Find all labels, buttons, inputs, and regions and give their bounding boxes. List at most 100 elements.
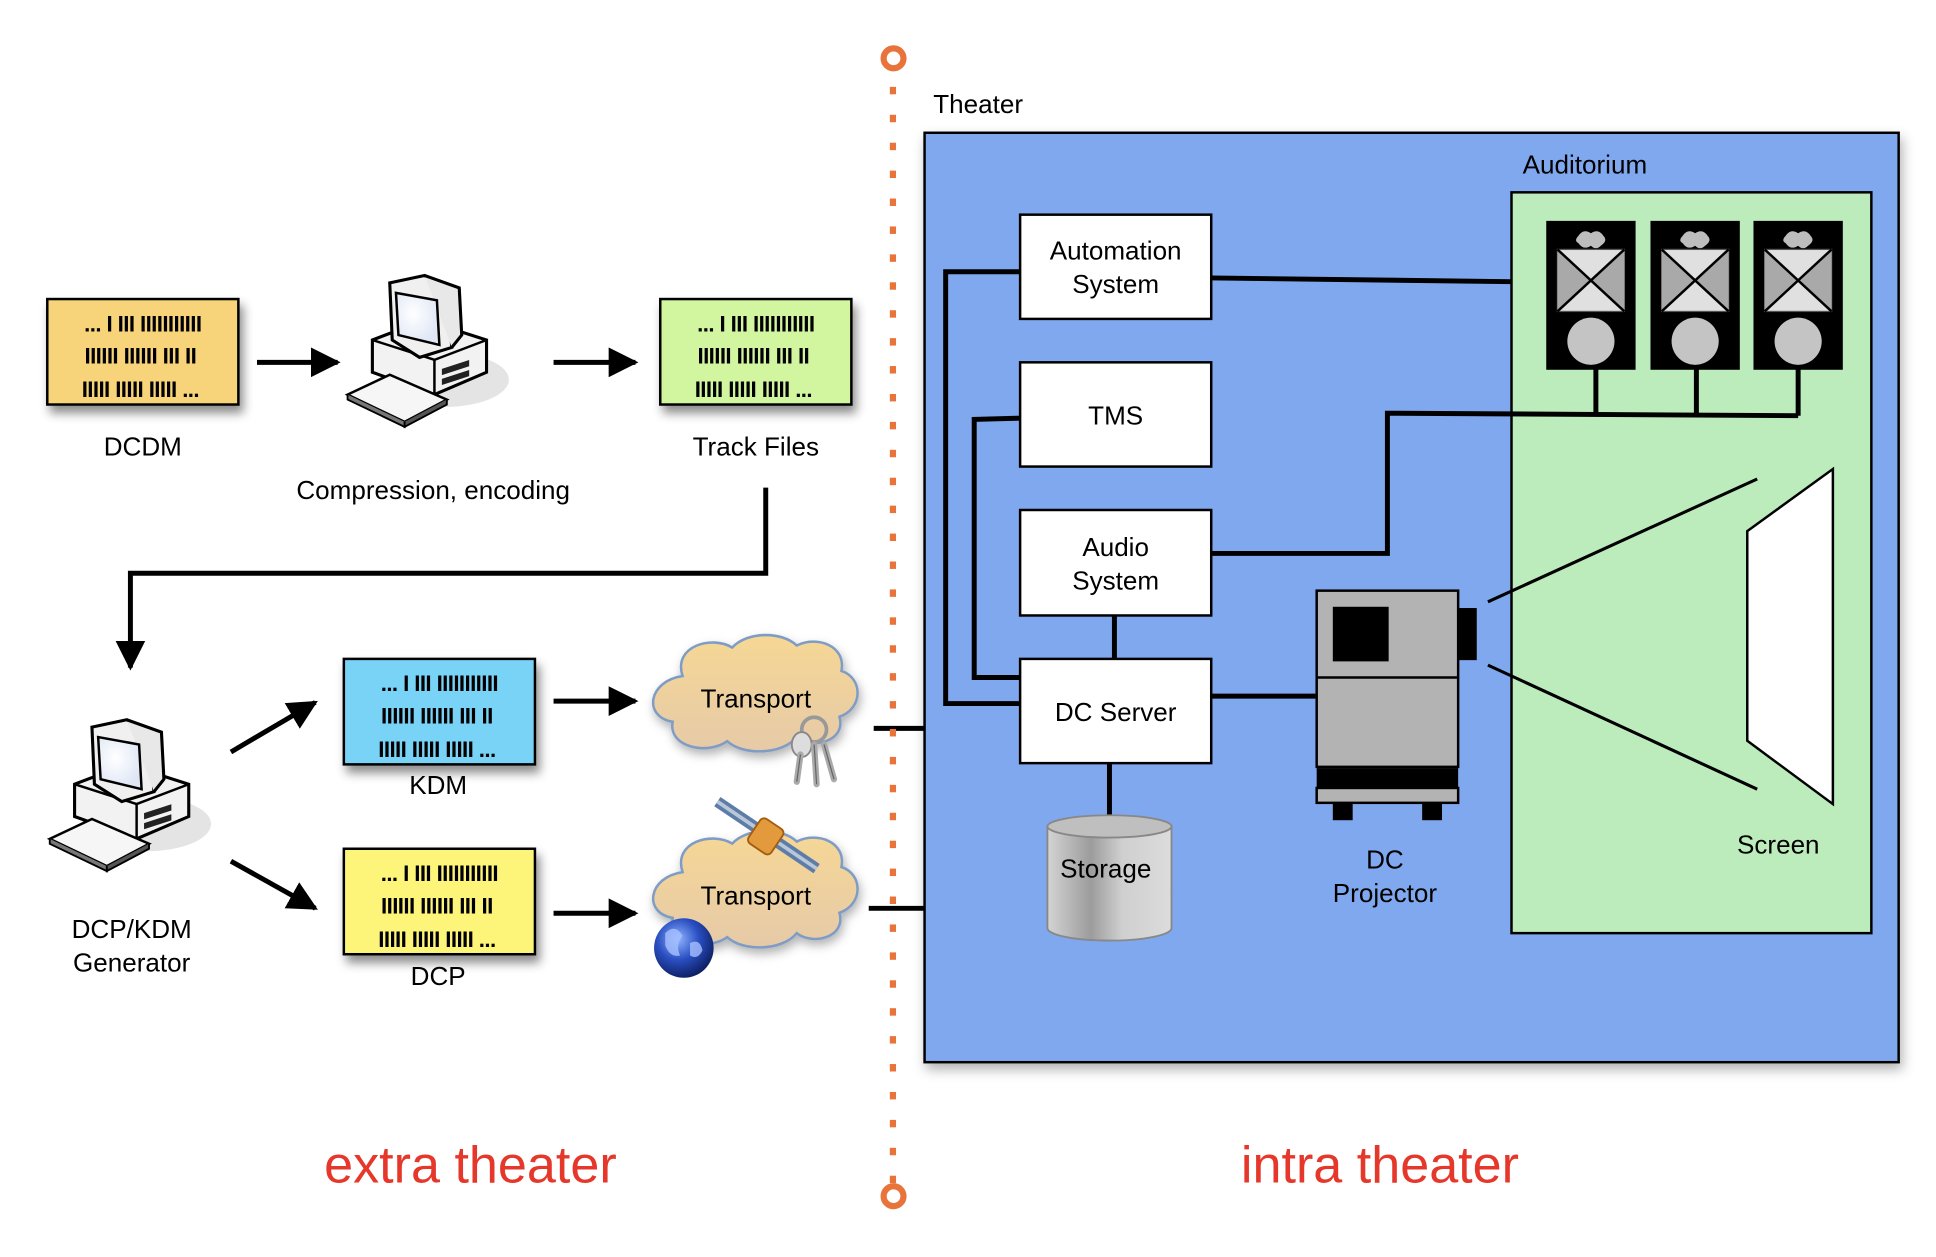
digital-cinema-diagram: ... I III IIIIIIIIIII IIIIII IIIIII III … bbox=[46, 45, 1900, 1210]
divider-dot bbox=[889, 1036, 897, 1044]
extra-theater-heading: extra theater bbox=[324, 1137, 617, 1195]
flow-arrow bbox=[229, 858, 318, 911]
divider-dot bbox=[889, 254, 897, 262]
speaker-icon bbox=[1649, 219, 1742, 372]
computer-compression: Compression, encoding bbox=[296, 273, 570, 505]
divider-dots bbox=[889, 86, 897, 1184]
transport-label: Transport bbox=[701, 881, 812, 911]
divider-dot bbox=[889, 170, 897, 179]
file-dcp: ... I III IIIIIIIIIII IIIIII IIIIII III … bbox=[342, 847, 537, 991]
divider-dot bbox=[889, 533, 897, 542]
system-tms: TMS bbox=[1018, 361, 1213, 468]
system-label-line: System bbox=[1072, 269, 1159, 299]
system-label-line: Audio bbox=[1082, 532, 1149, 562]
computer-label-line: Generator bbox=[73, 948, 191, 978]
system-label-line: System bbox=[1072, 565, 1159, 595]
file-code-line: IIIIII IIIIII III II bbox=[381, 893, 493, 918]
system-label-line: TMS bbox=[1088, 400, 1143, 430]
divider-dot bbox=[889, 338, 897, 346]
file-code-line: IIIII IIIII IIIII ... bbox=[378, 737, 495, 762]
transport-cloud-satellite: Transport bbox=[651, 796, 859, 978]
computer-icon bbox=[346, 273, 511, 429]
divider-dot bbox=[889, 561, 897, 569]
globe-icon bbox=[654, 918, 714, 978]
file-code-line: IIIIII IIIIII III II bbox=[85, 344, 197, 369]
file-label: DCP bbox=[411, 961, 466, 991]
transport-cloud-keys: Transport bbox=[651, 633, 859, 788]
divider-dot bbox=[889, 1008, 897, 1016]
file-track-files: ... I III IIIIIIIIIII IIIIII IIIIII III … bbox=[659, 297, 853, 461]
divider-dot bbox=[889, 701, 897, 709]
divider-dot bbox=[889, 1091, 897, 1100]
file-kdm: ... I III IIIIIIIIIII IIIIII IIIIII III … bbox=[342, 657, 537, 800]
divider-dot bbox=[889, 421, 897, 430]
divider-end-cap bbox=[880, 45, 907, 72]
storage: Storage bbox=[1046, 814, 1173, 942]
divider-dot bbox=[889, 645, 897, 653]
divider-dot bbox=[889, 477, 897, 486]
file-code-line: ... I III IIIIIIIIIII bbox=[381, 861, 498, 886]
system-label-line: Automation bbox=[1050, 235, 1182, 265]
file-code-line: IIIII IIIII IIIII ... bbox=[82, 377, 199, 402]
storage-label: Storage bbox=[1060, 853, 1151, 883]
theater-boundary-divider bbox=[880, 45, 907, 1210]
file-label: KDM bbox=[409, 770, 467, 800]
computer-generator: DCP/KDM Generator bbox=[48, 718, 213, 978]
file-code-line: ... I III IIIIIIIIIII bbox=[697, 311, 814, 336]
divider-dot bbox=[889, 952, 897, 960]
divider-dot bbox=[889, 589, 897, 597]
divider-dot bbox=[889, 980, 897, 988]
auditorium-label: Auditorium bbox=[1523, 150, 1647, 180]
divider-dot bbox=[889, 756, 897, 765]
divider-dot bbox=[889, 1175, 897, 1184]
projector-label-line: Projector bbox=[1333, 878, 1438, 908]
divider-dot bbox=[889, 198, 897, 206]
computer-label: Compression, encoding bbox=[296, 475, 570, 505]
divider-dot bbox=[889, 226, 897, 234]
computer-label-line: DCP/KDM bbox=[72, 914, 192, 944]
file-label: DCDM bbox=[104, 431, 182, 461]
flow-arrow bbox=[229, 700, 318, 755]
projector-icon bbox=[1315, 589, 1477, 821]
divider-dot bbox=[889, 840, 897, 849]
divider-dot bbox=[889, 896, 897, 904]
divider-dot bbox=[889, 505, 897, 514]
divider-dot bbox=[889, 114, 897, 123]
divider-dot bbox=[889, 1147, 897, 1156]
divider-dot bbox=[889, 868, 897, 877]
divider-dot bbox=[889, 729, 897, 737]
divider-dot bbox=[889, 812, 897, 821]
divider-dot bbox=[889, 1119, 897, 1128]
divider-dot bbox=[889, 617, 897, 625]
computer-icon bbox=[48, 718, 213, 873]
file-code-line: ... I III IIIIIIIIIII bbox=[84, 311, 201, 336]
projector-label-line: DC bbox=[1366, 845, 1404, 875]
screen-label: Screen bbox=[1737, 830, 1820, 860]
file-code-line: IIIII IIIII IIIII ... bbox=[695, 377, 812, 402]
system-label-line: DC Server bbox=[1055, 697, 1177, 727]
divider-dot bbox=[889, 924, 897, 932]
file-code-line: IIIII IIIII IIIII ... bbox=[378, 927, 495, 952]
theater-label: Theater bbox=[933, 89, 1023, 119]
speakers bbox=[1545, 219, 1845, 372]
divider-dot bbox=[889, 282, 897, 290]
transport-label: Transport bbox=[701, 683, 812, 713]
divider-dot bbox=[889, 784, 897, 793]
speaker-icon bbox=[1545, 219, 1637, 372]
file-code-line: IIIIII IIIIII III II bbox=[381, 703, 493, 728]
divider-dot bbox=[889, 393, 897, 402]
system-box bbox=[1018, 508, 1213, 617]
intra-theater-heading: intra theater bbox=[1241, 1137, 1519, 1195]
divider-dot bbox=[889, 1064, 897, 1072]
file-code-line: ... I III IIIIIIIIIII bbox=[381, 671, 498, 696]
system-audio: Audio System bbox=[1018, 508, 1213, 617]
system-box bbox=[1018, 213, 1213, 321]
storage-cylinder-icon bbox=[1046, 825, 1173, 942]
divider-dot bbox=[889, 366, 897, 374]
divider-dot bbox=[889, 449, 897, 458]
file-code-line: IIIIII IIIIII III II bbox=[697, 344, 809, 369]
file-dcdm: ... I III IIIIIIIIIII IIIIII IIIIII III … bbox=[46, 297, 240, 461]
divider-dot bbox=[889, 86, 897, 95]
file-label: Track Files bbox=[693, 431, 819, 461]
divider-dot bbox=[889, 310, 897, 318]
